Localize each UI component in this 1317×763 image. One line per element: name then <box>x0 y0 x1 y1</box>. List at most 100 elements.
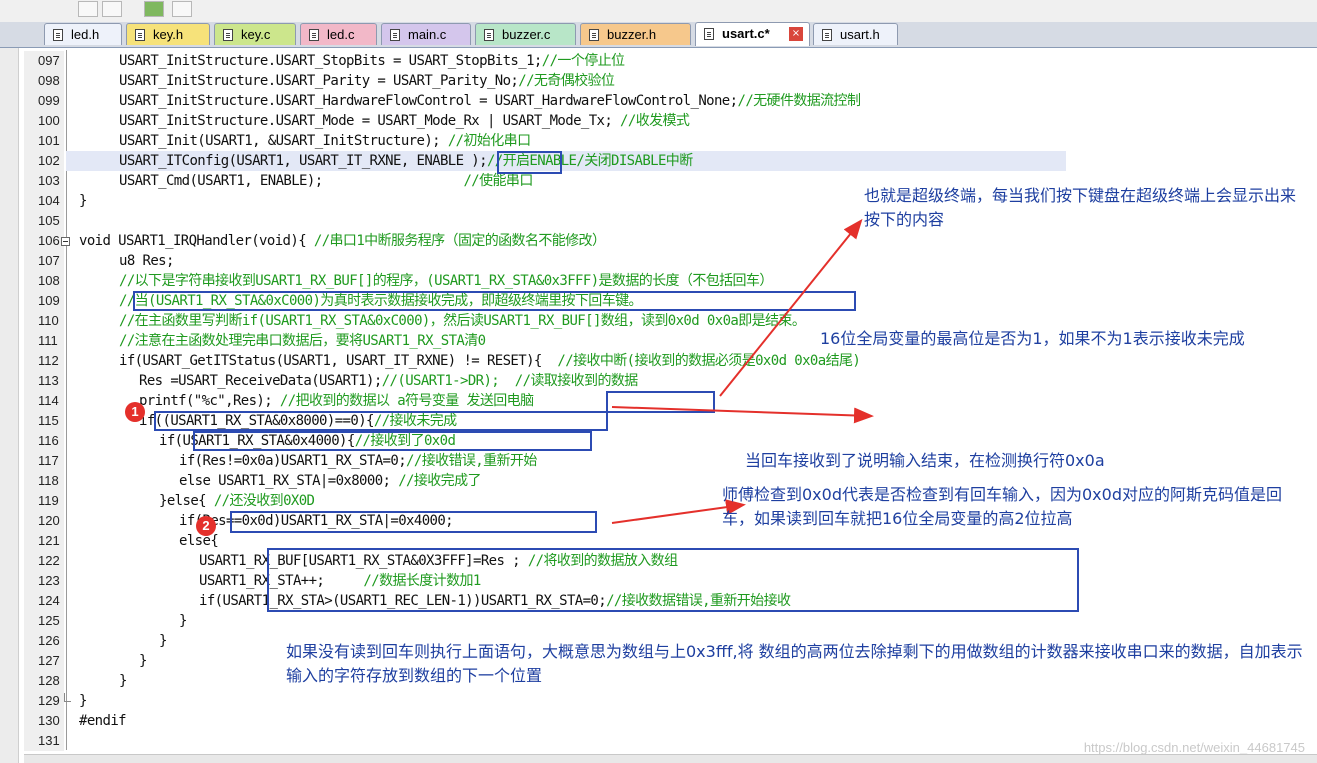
code-line[interactable]: Res =USART_ReceiveData(USART1);//(USART1… <box>66 371 1066 391</box>
code-line[interactable]: printf("%c",Res); //把收到的数据以 a符号变量 发送回电脑 <box>66 391 1066 411</box>
code-text: } <box>79 691 87 711</box>
code-statement: USART_InitStructure.USART_HardwareFlowCo… <box>119 93 738 109</box>
close-icon[interactable]: × <box>789 27 803 41</box>
line-number: 107 <box>24 251 64 271</box>
buffer-block-box <box>267 548 1079 612</box>
line-number: 108 <box>24 271 64 291</box>
toolbar-window-icon[interactable] <box>144 1 164 17</box>
horizontal-scrollbar[interactable] <box>24 754 1317 763</box>
line-number: 100 <box>24 111 64 131</box>
code-statement: USART_Cmd(USART1, ENABLE); <box>119 173 464 189</box>
line-120-box <box>230 511 597 533</box>
editor-tab[interactable]: usart.h <box>813 23 898 45</box>
line-number: 119 <box>24 491 64 511</box>
toolbar-tool-icon[interactable] <box>102 1 122 17</box>
tab-label: main.c <box>408 27 447 42</box>
editor-left-margin <box>0 48 19 763</box>
code-line[interactable]: } <box>66 611 1066 631</box>
code-line[interactable] <box>66 731 1066 751</box>
code-statement: void USART1_IRQHandler(void){ <box>79 233 307 249</box>
line-number: 131 <box>24 731 64 751</box>
editor-tab[interactable]: key.h <box>126 23 210 45</box>
annotation-enter-note: 当回车接收到了说明输入结束，在检测换行符0x0a <box>745 451 1105 470</box>
tab-label: usart.h <box>840 27 880 42</box>
file-icon <box>135 29 145 41</box>
code-comment: //还没收到0X0D <box>205 493 315 509</box>
line-number: 117 <box>24 451 64 471</box>
code-line[interactable]: u8 Res; <box>66 251 1066 271</box>
code-text: USART_InitStructure.USART_HardwareFlowCo… <box>119 91 861 111</box>
step-badge-2: 2 <box>196 516 216 536</box>
line-number: 121 <box>24 531 64 551</box>
toolbar-dropdown-icon[interactable] <box>78 1 98 17</box>
code-text: } <box>159 631 167 651</box>
code-comment: //(USART1->DR); //读取接收到的数据 <box>381 373 639 389</box>
line-number: 111 <box>24 331 64 351</box>
code-text: if(USART_GetITStatus(USART1, USART_IT_RX… <box>119 351 861 371</box>
editor-tab[interactable]: led.h <box>44 23 122 45</box>
code-text: else{ <box>179 531 219 551</box>
code-line[interactable]: USART_InitStructure.USART_StopBits = USA… <box>66 51 1066 71</box>
code-line[interactable]: void USART1_IRQHandler(void){ //串口1中断服务程… <box>66 231 1066 251</box>
line-number: 129 <box>24 691 64 711</box>
line-number: 103 <box>24 171 64 191</box>
line-115-box <box>154 411 608 431</box>
code-line[interactable]: #endif <box>66 711 1066 731</box>
editor-tab[interactable]: buzzer.h <box>580 23 691 45</box>
line-number: 120 <box>24 511 64 531</box>
line-number: 109 <box>24 291 64 311</box>
code-line[interactable]: //以下是字符串接收到USART1_RX_BUF[]的程序，(USART1_RX… <box>66 271 1066 291</box>
code-line[interactable]: USART_InitStructure.USART_HardwareFlowCo… <box>66 91 1066 111</box>
code-statement: USART_InitStructure.USART_Parity = USART… <box>119 73 519 89</box>
toolbar-layout-icon[interactable] <box>172 1 192 17</box>
tab-label: led.c <box>327 27 355 42</box>
code-text: printf("%c",Res); //把收到的数据以 a符号变量 发送回电脑 <box>139 391 534 411</box>
enable-box <box>497 151 562 174</box>
fold-end-icon <box>64 693 71 702</box>
code-line[interactable]: } <box>66 691 1066 711</box>
code-comment: //接收完成了 <box>390 473 481 489</box>
file-icon <box>223 29 233 41</box>
line-number: 114 <box>24 391 64 411</box>
line-number: 104 <box>24 191 64 211</box>
file-icon <box>704 28 714 40</box>
fold-toggle-icon[interactable] <box>61 237 70 246</box>
code-line[interactable]: USART_Init(USART1, &USART_InitStructure)… <box>66 131 1066 151</box>
editor-tab[interactable]: main.c <box>381 23 471 45</box>
code-text: }else{ //还没收到0X0D <box>159 491 315 511</box>
step-badge-1: 1 <box>125 402 145 422</box>
code-text: //注意在主函数处理完串口数据后，要将USART1_RX_STA清0 <box>119 331 486 351</box>
code-text: USART_Init(USART1, &USART_InitStructure)… <box>119 131 531 151</box>
editor-tab-bar: led.h key.h key.c led.c main.c buzzer.c buzzer… <box>0 22 1317 48</box>
code-text: } <box>179 611 187 631</box>
code-text: if(Res!=0x0a)USART1_RX_STA=0;//接收错误,重新开始 <box>179 451 537 471</box>
comment-109-box <box>133 291 856 311</box>
file-icon <box>822 29 832 41</box>
code-statement: if(Res!=0x0a)USART1_RX_STA=0; <box>179 453 407 469</box>
code-statement: u8 Res; <box>119 253 174 269</box>
code-statement: } <box>139 653 147 669</box>
line-number: 116 <box>24 431 64 451</box>
code-text: } <box>139 651 147 671</box>
editor-tab[interactable]: key.c <box>214 23 296 45</box>
code-text: USART_Cmd(USART1, ENABLE); //使能串口 <box>119 171 533 191</box>
tab-label: usart.c* <box>722 26 770 41</box>
code-line[interactable]: USART_ITConfig(USART1, USART_IT_RXNE, EN… <box>66 151 1066 171</box>
code-text: USART_InitStructure.USART_Parity = USART… <box>119 71 615 91</box>
code-statement: printf("%c",Res); <box>139 393 273 409</box>
code-line[interactable]: USART_InitStructure.USART_Mode = USART_M… <box>66 111 1066 131</box>
code-comment: //在主函数里写判断if(USART1_RX_STA&0xC000)，然后读US… <box>119 313 806 329</box>
editor-tab[interactable]: led.c <box>300 23 377 45</box>
line-number: 106 <box>24 231 64 251</box>
editor-tab[interactable]: buzzer.c <box>475 23 576 45</box>
code-comment: //收发模式 <box>612 113 690 129</box>
editor-tab[interactable]: usart.c* × <box>695 22 810 46</box>
line-number: 098 <box>24 71 64 91</box>
code-line[interactable]: USART_InitStructure.USART_Parity = USART… <box>66 71 1066 91</box>
line-number: 128 <box>24 671 64 691</box>
code-text: u8 Res; <box>119 251 174 271</box>
annotation-bottom-note: 如果没有读到回车则执行上面语句，大概意思为数组与上0x3fff,将 数组的高两位… <box>286 642 1303 685</box>
code-text: USART_InitStructure.USART_Mode = USART_M… <box>119 111 690 131</box>
code-text: Res =USART_ReceiveData(USART1);//(USART1… <box>139 371 638 391</box>
code-line[interactable]: if(USART_GetITStatus(USART1, USART_IT_RX… <box>66 351 1066 371</box>
